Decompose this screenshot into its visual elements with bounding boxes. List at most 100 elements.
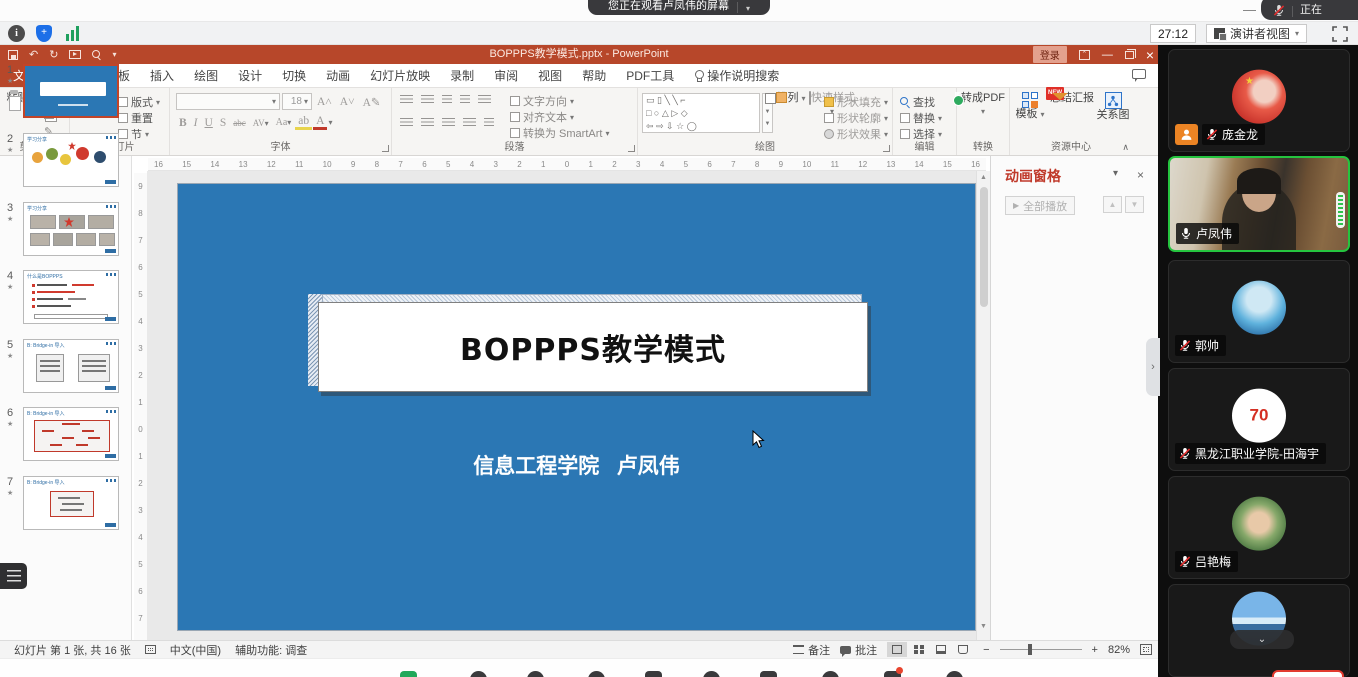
participant-tile[interactable]: 70 黑龙江职业学院-田海宇 — [1168, 368, 1350, 471]
slide[interactable]: BOPPPS教学模式 信息工程学院 卢凤伟 — [178, 184, 975, 630]
minimize-button[interactable]: — — [1102, 49, 1113, 61]
meeting-toolbar-icon[interactable] — [588, 671, 605, 677]
notes-toggle[interactable]: 备注 — [793, 642, 830, 658]
tab-view[interactable]: 视图 — [528, 64, 572, 87]
text-direction-button[interactable]: 文字方向▾ — [510, 93, 574, 109]
os-minimize-icon[interactable]: — — [1243, 2, 1257, 17]
slide-thumb-1[interactable] — [23, 64, 119, 118]
justify-icon[interactable] — [463, 118, 476, 128]
meeting-toolbar-icon[interactable] — [470, 671, 487, 677]
comments-icon[interactable] — [1132, 69, 1146, 79]
close-button[interactable]: × — [1146, 47, 1154, 63]
shadow-button[interactable]: S — [217, 117, 229, 129]
shrink-font-button[interactable]: A˅ — [337, 96, 358, 108]
fit-to-window-icon[interactable] — [1140, 644, 1152, 655]
canvas-scrollbar[interactable]: ▲ ▼ ▲ ▼ — [976, 171, 990, 677]
animation-pane-menu-icon[interactable]: ▾ — [1113, 168, 1118, 179]
summary-report-button[interactable]: NEW 总结汇报 — [1048, 92, 1096, 105]
tab-draw[interactable]: 绘图 — [184, 64, 228, 87]
highlight-button[interactable]: ab — [295, 115, 312, 130]
move-earlier-button[interactable]: ▲ — [1103, 196, 1122, 213]
more-participants-button[interactable]: ⌄ — [1230, 630, 1294, 649]
animation-pane-close-icon[interactable]: × — [1137, 168, 1144, 182]
scroll-down-icon[interactable]: ▼ — [977, 620, 990, 634]
banner-dropdown-icon[interactable]: ▾ — [746, 4, 750, 13]
top-right-status-pill[interactable]: 正在 — [1261, 0, 1358, 20]
collapse-ribbon-icon[interactable]: ∧ — [1122, 142, 1129, 153]
font-dialog-launcher[interactable] — [382, 145, 389, 152]
fullscreen-icon[interactable] — [1332, 26, 1348, 42]
slide-title-box[interactable]: BOPPPS教学模式 — [318, 302, 868, 392]
participant-tile[interactable]: 郭帅 — [1168, 260, 1350, 363]
zoom-slider[interactable] — [1000, 649, 1082, 650]
meeting-toolbar-icon[interactable] — [822, 671, 839, 677]
clear-format-button[interactable]: A✎ — [360, 95, 384, 109]
font-size-box[interactable]: 18▾ — [282, 93, 312, 110]
find-button[interactable]: 查找 — [900, 94, 935, 110]
font-name-box[interactable]: ▾ — [176, 93, 280, 110]
move-later-button[interactable]: ▼ — [1125, 196, 1144, 213]
convert-pdf-button[interactable]: 转成PDF ▾ — [959, 92, 1007, 118]
watching-banner[interactable]: 您正在观看卢凤伟的屏幕 ▾ — [588, 0, 770, 15]
participant-tile[interactable]: 吕艳梅 — [1168, 476, 1350, 579]
change-case-button[interactable]: Aa▾ — [273, 117, 295, 128]
bullets-icon[interactable] — [400, 95, 413, 105]
tab-record[interactable]: 录制 — [440, 64, 484, 87]
red-outline-button-partial[interactable] — [1272, 670, 1344, 677]
info-icon[interactable]: i — [8, 25, 25, 42]
play-all-button[interactable]: ▶ 全部播放 — [1005, 196, 1075, 215]
decrease-indent-icon[interactable] — [442, 95, 452, 105]
signin-button[interactable]: 登录 — [1033, 46, 1067, 63]
stats-bars-icon[interactable] — [66, 26, 82, 41]
font-color-caret-icon[interactable]: ▾ — [328, 118, 332, 127]
tab-transitions[interactable]: 切换 — [272, 64, 316, 87]
tab-animations[interactable]: 动画 — [316, 64, 360, 87]
tab-design[interactable]: 设计 — [228, 64, 272, 87]
slide-thumb-6[interactable]: B: Bridge-in 导入 — [23, 407, 119, 461]
arrange-button[interactable]: 排列 ▾ — [776, 92, 806, 105]
layout-button[interactable]: 版式▾ — [118, 94, 160, 110]
strikethrough-button[interactable]: abc — [230, 118, 249, 128]
italic-button[interactable]: I — [191, 117, 201, 129]
grow-font-button[interactable]: A˄ — [314, 96, 335, 108]
meeting-toolbar-share-icon[interactable] — [400, 671, 417, 677]
numbering-icon[interactable] — [421, 95, 434, 105]
scroll-up-icon[interactable]: ▲ — [977, 171, 990, 185]
restore-button[interactable] — [1125, 51, 1134, 59]
increase-indent-icon[interactable] — [460, 95, 470, 105]
tab-help[interactable]: 帮助 — [572, 64, 616, 87]
language-indicator[interactable]: 中文(中国) — [170, 642, 221, 658]
align-center-icon[interactable] — [421, 118, 434, 128]
font-color-button[interactable]: A — [313, 115, 327, 130]
meeting-toolbar-icon[interactable] — [703, 671, 720, 677]
columns-icon[interactable] — [484, 118, 494, 128]
zoom-level[interactable]: 82% — [1108, 644, 1130, 656]
slide-thumb-4[interactable]: 什么是BOPPPS — [23, 270, 119, 324]
scroll-thumb[interactable] — [980, 187, 988, 307]
paragraph-dialog-launcher[interactable] — [628, 145, 635, 152]
tab-slideshow[interactable]: 幻灯片放映 — [360, 64, 440, 87]
tab-review[interactable]: 审阅 — [484, 64, 528, 87]
zoom-out-button[interactable]: − — [983, 644, 989, 656]
bold-button[interactable]: B — [176, 117, 190, 129]
sidebar-collapse-handle[interactable]: › — [1146, 338, 1160, 396]
meeting-toolbar-icon[interactable] — [527, 671, 544, 677]
align-left-icon[interactable] — [400, 118, 413, 128]
slide-thumb-5[interactable]: B: Bridge-in 导入 — [23, 339, 119, 393]
floating-list-widget[interactable] — [0, 563, 27, 589]
shape-outline-button[interactable]: 形状轮廓▾ — [824, 110, 888, 126]
participant-tile[interactable]: ★ 庞金龙 — [1168, 49, 1350, 152]
char-spacing-button[interactable]: AV▾ — [250, 118, 272, 128]
slide-thumb-2[interactable]: 学习分享 — [23, 133, 119, 187]
align-text-button[interactable]: 对齐文本▾ — [510, 109, 574, 125]
display-settings-icon[interactable] — [145, 645, 156, 654]
zoom-in-button[interactable]: + — [1092, 644, 1098, 656]
view-mode-button[interactable]: 演讲者视图 ▾ — [1206, 24, 1307, 43]
normal-view-button[interactable] — [887, 642, 907, 657]
slide-thumb-3[interactable]: 学习分享 — [23, 202, 119, 256]
reading-view-button[interactable] — [931, 642, 951, 657]
slideshow-view-button[interactable] — [953, 642, 973, 657]
meeting-toolbar-icon[interactable] — [760, 671, 777, 677]
shapes-gallery[interactable]: ▭ ▯ ╲ ╲ ⌐ □ ○ △ ▷ ◇ ⇦ ⇨ ⇩ ☆ ◯ — [642, 93, 760, 133]
comments-toggle[interactable]: 批注 — [840, 642, 877, 658]
